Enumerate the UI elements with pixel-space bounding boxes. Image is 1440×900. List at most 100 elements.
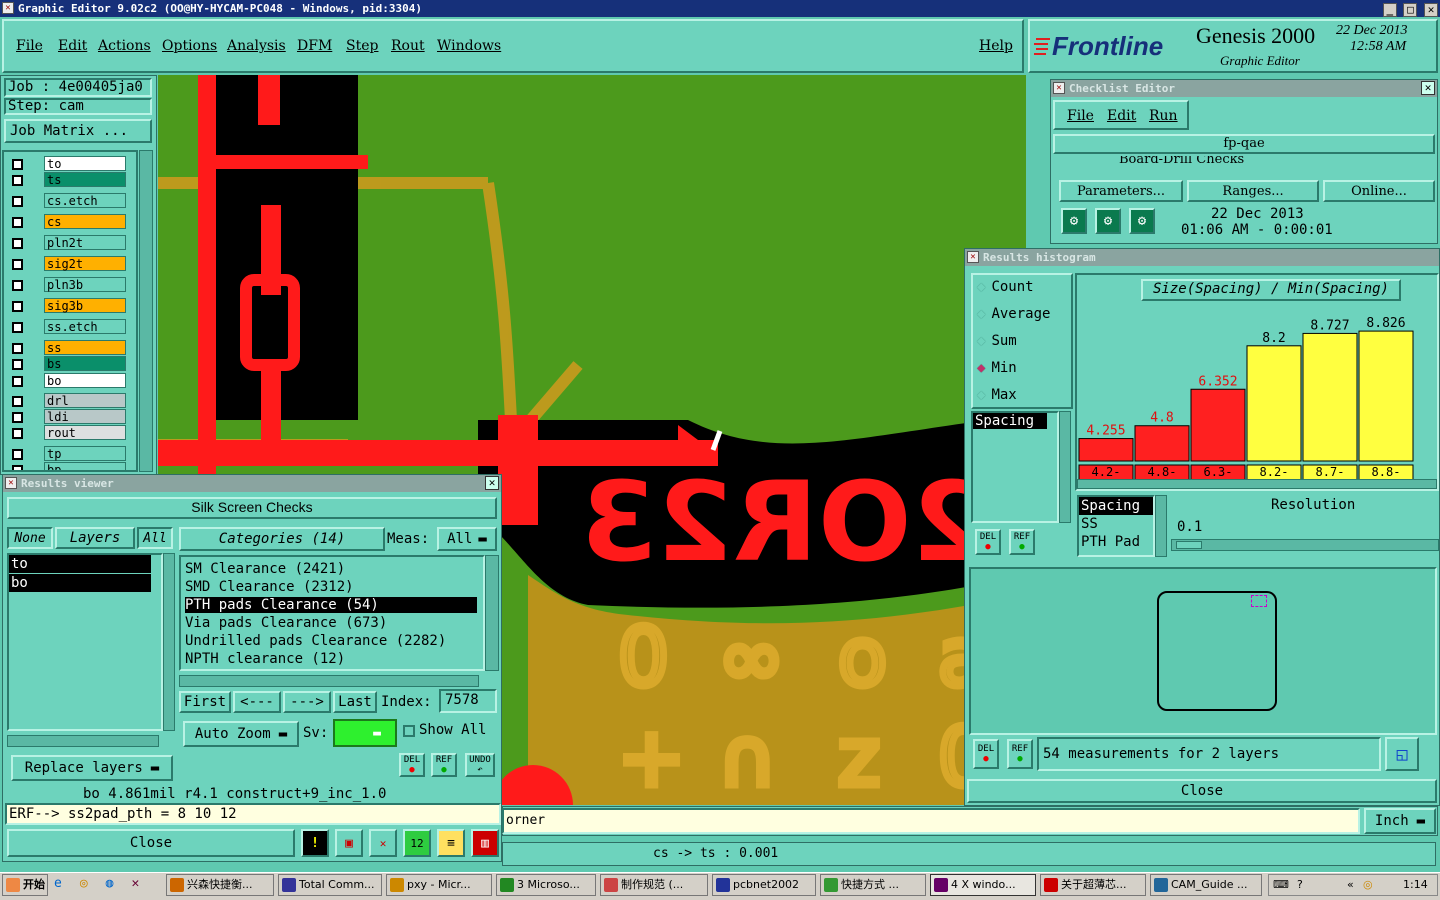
histogram-bar[interactable] bbox=[1246, 345, 1302, 462]
layer-checkbox[interactable] bbox=[12, 175, 23, 186]
sort-item[interactable]: SS bbox=[1079, 515, 1153, 533]
prompt-field[interactable]: orner bbox=[502, 808, 1360, 834]
minimize-button[interactable]: _ bbox=[1382, 3, 1397, 17]
menu-options[interactable]: Options bbox=[162, 38, 217, 54]
mode-radio-max[interactable]: ◆ Max bbox=[977, 387, 1017, 403]
taskbar-item[interactable]: 兴森快捷衡... bbox=[166, 874, 274, 896]
tray-expand-icon[interactable]: « bbox=[1347, 875, 1354, 895]
category-item[interactable]: PTH pads Clearance (54) bbox=[185, 597, 477, 613]
taskbar-item[interactable]: 4 X windo... bbox=[930, 874, 1036, 896]
sort-item[interactable]: PTH Pad bbox=[1079, 533, 1153, 551]
checklist-close-button[interactable]: ✕ bbox=[1421, 81, 1435, 95]
layer-name[interactable]: tp bbox=[44, 446, 126, 461]
layer-name[interactable]: cs.etch bbox=[44, 193, 126, 208]
run-icon-2[interactable]: ⚙ bbox=[1095, 208, 1121, 234]
results-viewer-close-button[interactable]: Close bbox=[7, 829, 295, 857]
layer-row[interactable]: to bbox=[10, 156, 128, 172]
mode-radio-count[interactable]: ◆ Count bbox=[977, 279, 1034, 295]
category-list[interactable]: SM Clearance (2421) SMD Clearance (2312) P… bbox=[179, 555, 485, 671]
hist-ref-button-2[interactable]: REF ● bbox=[1007, 739, 1033, 769]
layer-checkbox[interactable] bbox=[12, 449, 23, 460]
layer-checkbox[interactable] bbox=[12, 280, 23, 291]
category-hscroll[interactable] bbox=[179, 675, 479, 687]
mode-radio-min[interactable]: ◆ Min bbox=[977, 360, 1017, 376]
meas-selector[interactable]: All ▬ bbox=[437, 527, 497, 551]
category-item[interactable]: Via pads Clearance (673) bbox=[185, 615, 387, 631]
sequence-icon[interactable]: 12 bbox=[403, 829, 431, 857]
rv-del-button[interactable]: DEL ● bbox=[399, 753, 425, 777]
menu-windows[interactable]: Windows bbox=[437, 38, 501, 54]
taskbar-item[interactable]: CAM_Guide ... bbox=[1150, 874, 1262, 896]
category-item[interactable]: Undrilled pads Clearance (2282) bbox=[185, 633, 446, 649]
prev-button[interactable]: <--- bbox=[233, 691, 281, 713]
clock-icon[interactable]: ◎ bbox=[80, 876, 98, 891]
layer-row[interactable]: bp bbox=[10, 462, 128, 470]
index-input[interactable]: 7578 bbox=[439, 689, 497, 713]
checklist-row[interactable]: Board-Drill Checks bbox=[1059, 156, 1419, 170]
taskbar-item[interactable]: 制作规范 (... bbox=[600, 874, 708, 896]
layer-name[interactable]: ss bbox=[44, 340, 126, 355]
checklist-menu-edit[interactable]: Edit bbox=[1107, 108, 1136, 124]
category-item[interactable]: SM Clearance (2421) bbox=[185, 561, 345, 577]
parameters-button[interactable]: Parameters... bbox=[1059, 180, 1183, 202]
layer-checkbox[interactable] bbox=[12, 376, 23, 387]
run-icon-3[interactable]: ⚙ bbox=[1129, 208, 1155, 234]
resolution-slider[interactable] bbox=[1171, 539, 1439, 551]
mode-radio-sum[interactable]: ◆ Sum bbox=[977, 333, 1017, 349]
hist-del-button-2[interactable]: DEL ● bbox=[973, 739, 999, 769]
layer-name[interactable]: ldi bbox=[44, 409, 126, 424]
replace-layers-button[interactable]: Replace layers ▬ bbox=[11, 755, 173, 781]
maximize-button[interactable]: □ bbox=[1403, 3, 1418, 17]
layer-checkbox[interactable] bbox=[12, 196, 23, 207]
layer-checkbox[interactable] bbox=[12, 412, 23, 423]
layer-name[interactable]: sig2t bbox=[44, 256, 126, 271]
taskbar-item[interactable]: pcbnet2002 bbox=[712, 874, 816, 896]
erf-icon[interactable]: ✕ bbox=[369, 829, 397, 857]
layer-checkbox[interactable] bbox=[12, 343, 23, 354]
hist-ref-button[interactable]: REF ● bbox=[1009, 529, 1035, 555]
histogram-icon[interactable]: ▥ bbox=[471, 829, 499, 857]
layer-name[interactable]: bp bbox=[44, 462, 126, 470]
layer-name[interactable]: pln2t bbox=[44, 235, 126, 250]
taskbar-item[interactable]: Total Comm... bbox=[278, 874, 382, 896]
exclamation-icon[interactable]: ! bbox=[301, 829, 329, 857]
layer-row[interactable]: bs bbox=[10, 356, 128, 372]
x-launch-icon[interactable]: ✕ bbox=[131, 876, 149, 891]
category-item[interactable]: SMD Clearance (2312) bbox=[185, 579, 354, 595]
sort-scrollbar[interactable] bbox=[1155, 495, 1167, 557]
ranges-button[interactable]: Ranges... bbox=[1187, 180, 1319, 202]
taskbar-item[interactable]: 快捷方式 ... bbox=[820, 874, 926, 896]
attribute-scrollbar[interactable] bbox=[1059, 411, 1071, 523]
close-button[interactable]: ✕ bbox=[1424, 3, 1438, 17]
histogram-bar[interactable] bbox=[1358, 330, 1414, 462]
layer-result-item[interactable]: bo bbox=[9, 574, 151, 592]
layer-checkbox[interactable] bbox=[12, 159, 23, 170]
layer-row[interactable]: sig3b bbox=[10, 298, 128, 314]
first-button[interactable]: First bbox=[179, 691, 231, 713]
histogram-close-button[interactable]: Close bbox=[967, 779, 1437, 803]
checklist-menu-run[interactable]: Run bbox=[1149, 108, 1178, 124]
start-button[interactable]: 开始 bbox=[2, 874, 48, 896]
layer-row[interactable]: sig2t bbox=[10, 256, 128, 272]
taskbar-item[interactable]: pxy - Micr... bbox=[386, 874, 492, 896]
layer-checkbox[interactable] bbox=[12, 259, 23, 270]
layer-row[interactable]: drl bbox=[10, 393, 128, 409]
layer-name[interactable]: cs bbox=[44, 214, 126, 229]
mode-radio-average[interactable]: ◆ Average bbox=[977, 306, 1050, 322]
hist-del-button[interactable]: DEL ● bbox=[975, 529, 1001, 555]
run-icon-1[interactable]: ⚙ bbox=[1061, 208, 1087, 234]
results-viewer-close-x[interactable]: ✕ bbox=[485, 476, 499, 490]
last-button[interactable]: Last bbox=[333, 691, 377, 713]
menu-step[interactable]: Step bbox=[346, 38, 378, 54]
layer-name[interactable]: rout bbox=[44, 425, 126, 440]
menu-dfm[interactable]: DFM bbox=[297, 38, 332, 54]
menu-actions[interactable]: Actions bbox=[98, 38, 151, 54]
layer-checkbox[interactable] bbox=[12, 359, 23, 370]
menu-edit[interactable]: Edit bbox=[58, 38, 87, 54]
show-all-checkbox[interactable] bbox=[403, 725, 415, 737]
menu-rout[interactable]: Rout bbox=[391, 38, 425, 54]
checklist-menu-file[interactable]: File bbox=[1067, 108, 1094, 124]
job-matrix-button[interactable]: Job Matrix ... bbox=[4, 119, 152, 143]
layer-checkbox[interactable] bbox=[12, 465, 23, 470]
ie-icon[interactable]: e bbox=[54, 876, 72, 891]
